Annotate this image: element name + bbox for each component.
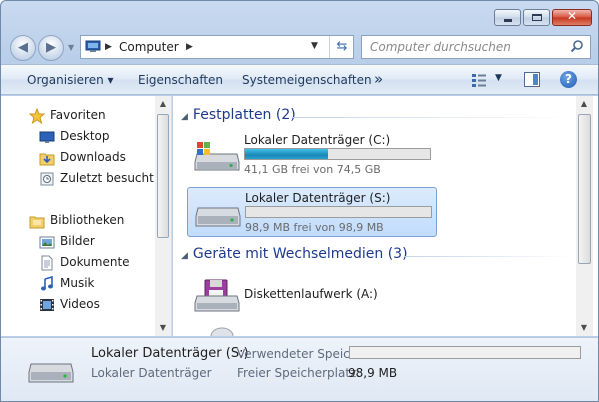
nav-music-label: Musik — [60, 276, 95, 290]
computer-icon — [85, 40, 101, 52]
group-header-removable[interactable]: ◢ Geräte mit Wechselmedien (3) — [181, 246, 408, 262]
drive-name: Lokaler Datenträger (C:) — [244, 133, 391, 147]
details-subtitle: Lokaler Datenträger — [91, 366, 212, 380]
nav-pictures-label: Bilder — [60, 234, 95, 248]
content-scrollbar[interactable]: ▲ ▼ — [576, 96, 593, 336]
group-divider — [293, 117, 573, 118]
maximize-icon — [532, 14, 542, 21]
search-icon[interactable] — [570, 39, 584, 53]
documents-icon — [41, 255, 53, 271]
preview-pane-icon[interactable] — [524, 72, 540, 87]
floppy-drive-icon — [194, 279, 240, 312]
group-divider — [405, 256, 573, 257]
details-free-value: 98,9 MB — [348, 366, 398, 380]
recent-places-icon — [40, 172, 54, 186]
breadcrumb-computer[interactable]: Computer — [119, 40, 179, 54]
help-icon[interactable]: ? — [560, 71, 577, 88]
explorer-window: ✕ ◀ ▶ ▼ ▶ Computer ▶ ▼ ⇆ Computer durchs… — [0, 0, 599, 402]
group-title: Festplatten (2) — [192, 107, 296, 123]
search-input[interactable]: Computer durchsuchen — [361, 35, 591, 59]
downloads-icon — [39, 153, 55, 166]
navigation-scrollbar[interactable]: ▲ ▼ — [155, 96, 171, 336]
minimize-icon — [504, 19, 512, 22]
close-icon: ✕ — [566, 9, 578, 23]
breadcrumb-separator-icon[interactable]: ▶ — [186, 42, 193, 52]
address-history-dropdown-icon[interactable]: ▼ — [311, 41, 318, 51]
nav-libraries-label: Bibliotheken — [50, 213, 125, 227]
drive-tile-c[interactable]: Lokaler Datenträger (C:) 41,1 GB frei vo… — [187, 130, 437, 180]
navigation-pane: Favoriten Desktop Downloads Zuletzt besu… — [1, 96, 172, 336]
pictures-icon — [39, 236, 55, 249]
scroll-down-icon[interactable]: ▼ — [576, 320, 592, 336]
properties-button[interactable]: Eigenschaften — [138, 73, 223, 87]
title-bar[interactable]: ✕ — [1, 1, 598, 31]
star-icon — [29, 108, 45, 124]
nav-favorites-label: Favoriten — [50, 108, 106, 122]
drive-free-space: 98,9 MB frei von 98,9 MB — [245, 221, 384, 234]
system-properties-button[interactable]: Systemeigenschaften — [242, 73, 372, 87]
address-row: ◀ ▶ ▼ ▶ Computer ▶ ▼ ⇆ Computer durchsuc… — [1, 31, 598, 63]
forward-button[interactable]: ▶ — [38, 35, 64, 61]
navigation-scroll-thumb[interactable] — [157, 114, 169, 238]
details-pane: Lokaler Datenträger (S:) Lokaler Datentr… — [1, 337, 598, 401]
drive-tile-a[interactable]: Diskettenlaufwerk (A:) — [187, 270, 437, 316]
content-scroll-thumb[interactable] — [578, 114, 591, 264]
libraries-icon — [29, 216, 45, 229]
view-options-dropdown-icon[interactable]: ▼ — [495, 73, 502, 83]
change-view-icon[interactable] — [471, 73, 487, 87]
nav-documents-label: Dokumente — [60, 255, 130, 269]
group-header-hard-drives[interactable]: ◢ Festplatten (2) — [181, 107, 296, 123]
drive-free-space: 41,1 GB frei von 74,5 GB — [244, 163, 381, 176]
scroll-up-icon[interactable]: ▲ — [576, 96, 592, 112]
maximize-button[interactable] — [523, 9, 550, 26]
desktop-icon — [39, 131, 55, 143]
recent-pages-dropdown-icon[interactable]: ▼ — [68, 43, 74, 52]
command-bar: Organisieren ▾ Eigenschaften Systemeigen… — [1, 64, 598, 95]
details-usage-bar — [349, 346, 581, 359]
back-button[interactable]: ◀ — [10, 35, 36, 61]
content-pane: ◢ Festplatten (2) Lokaler Datenträger (C:… — [173, 96, 598, 336]
back-arrow-icon: ◀ — [18, 40, 28, 55]
details-used-label: Verwendeter Speic... — [237, 347, 362, 361]
group-title: Geräte mit Wechselmedien (3) — [192, 246, 408, 262]
details-title: Lokaler Datenträger (S:) — [91, 346, 249, 361]
nav-downloads-label: Downloads — [60, 150, 126, 164]
search-placeholder: Computer durchsuchen — [370, 40, 511, 54]
videos-icon — [40, 299, 54, 311]
music-icon — [41, 276, 53, 291]
collapse-group-icon[interactable]: ◢ — [181, 251, 188, 261]
organize-button[interactable]: Organisieren ▾ — [27, 73, 114, 87]
scroll-down-icon[interactable]: ▼ — [155, 320, 171, 336]
drive-name: Diskettenlaufwerk (A:) — [244, 287, 378, 301]
address-bar[interactable]: ▶ Computer ▶ ▼ ⇆ — [80, 35, 354, 59]
drive-name: Lokaler Datenträger (S:) — [245, 191, 391, 205]
minimize-button[interactable] — [494, 9, 521, 26]
refresh-icon: ⇆ — [336, 39, 348, 54]
scroll-up-icon[interactable]: ▲ — [155, 96, 171, 112]
details-free-label: Freier Speicherplatz: — [237, 366, 361, 380]
drive-usage-bar — [244, 148, 431, 160]
close-button[interactable]: ✕ — [552, 9, 592, 26]
nav-videos-label: Videos — [60, 297, 100, 311]
hard-drive-icon — [28, 363, 74, 383]
hard-drive-icon — [195, 207, 241, 227]
nav-desktop-label: Desktop — [60, 129, 110, 143]
nav-recent-places-label: Zuletzt besucht — [60, 171, 154, 185]
partial-device-icon — [210, 327, 234, 336]
breadcrumb-separator-icon[interactable]: ▶ — [105, 42, 112, 52]
drive-tile-s[interactable]: Lokaler Datenträger (S:) 98,9 MB frei vo… — [187, 187, 437, 237]
drive-usage-bar — [245, 206, 432, 218]
collapse-group-icon[interactable]: ◢ — [181, 112, 188, 122]
forward-arrow-icon: ▶ — [46, 40, 56, 55]
more-commands-button[interactable]: » — [374, 70, 383, 88]
refresh-button[interactable]: ⇆ — [329, 36, 354, 58]
drive-usage-fill — [245, 149, 329, 159]
system-drive-icon — [194, 142, 240, 171]
